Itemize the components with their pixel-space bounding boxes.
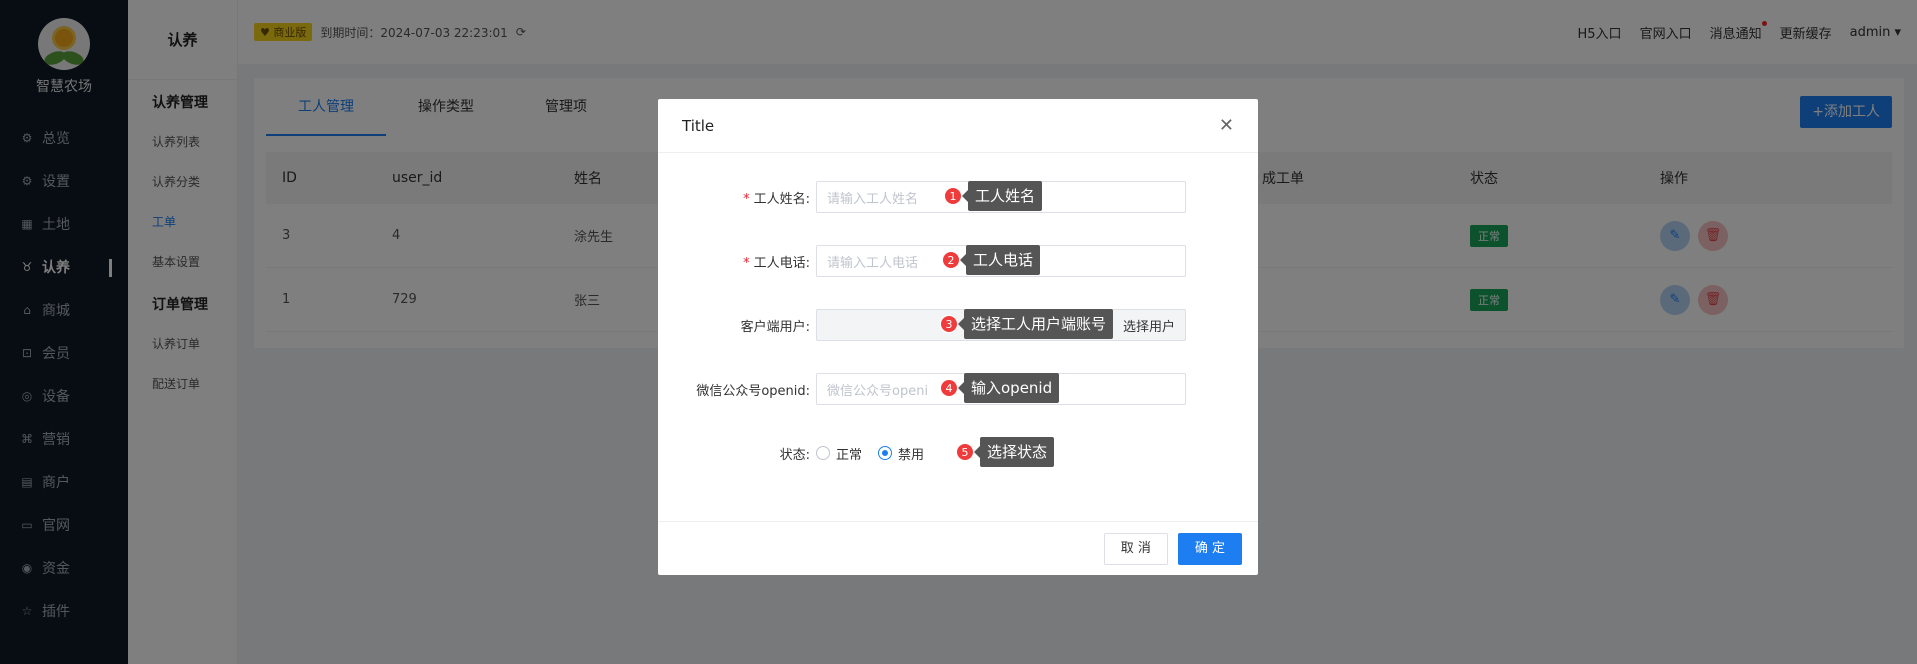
guide-hint-2: 2 工人电话 xyxy=(942,245,1041,275)
guide-hint-4: 4 输入openid xyxy=(940,373,1060,403)
modal-footer: 取 消 确 定 xyxy=(658,521,1258,575)
hint-number: 1 xyxy=(944,187,962,205)
modal-title: Title xyxy=(682,116,715,135)
hint-number: 2 xyxy=(942,251,960,269)
confirm-button[interactable]: 确 定 xyxy=(1177,532,1242,565)
modal-header: Title ✕ xyxy=(658,99,1258,153)
hint-number: 5 xyxy=(956,443,974,461)
modal-body: * 工人姓名: 请输入工人姓名 * 工人电话: 请输入工人电话 客户端用户: 选择用… xyxy=(658,153,1258,521)
close-icon[interactable]: ✕ xyxy=(1219,115,1234,136)
radio-icon xyxy=(816,446,830,460)
guide-hint-3: 3 选择工人用户端账号 xyxy=(940,309,1114,339)
hint-number: 4 xyxy=(940,379,958,397)
field-label: 客户端用户: xyxy=(740,319,810,335)
field-label: 微信公众号openid: xyxy=(696,383,810,399)
hint-text: 工人姓名 xyxy=(961,181,1043,211)
hint-text: 选择工人用户端账号 xyxy=(957,309,1114,339)
hint-text: 工人电话 xyxy=(959,245,1041,275)
cancel-button[interactable]: 取 消 xyxy=(1103,532,1168,565)
guide-hint-5: 5 选择状态 xyxy=(956,437,1055,467)
field-label: * 工人姓名: xyxy=(743,191,810,207)
field-label: 状态: xyxy=(779,447,810,463)
hint-text: 选择状态 xyxy=(973,437,1055,467)
guide-hint-1: 1 工人姓名 xyxy=(944,181,1043,211)
radio-checked-icon xyxy=(878,446,893,460)
add-worker-modal: Title ✕ * 工人姓名: 请输入工人姓名 * 工人电话: 请输入工人电话 客户… xyxy=(658,99,1258,575)
field-label: * 工人电话: xyxy=(743,255,810,271)
select-user-button[interactable]: 选择用户 xyxy=(1123,316,1175,335)
status-radio-disabled[interactable]: 禁用 xyxy=(878,444,924,463)
status-radio-normal[interactable]: 正常 xyxy=(816,444,862,463)
hint-number: 3 xyxy=(940,315,958,333)
hint-text: 输入openid xyxy=(957,373,1060,403)
